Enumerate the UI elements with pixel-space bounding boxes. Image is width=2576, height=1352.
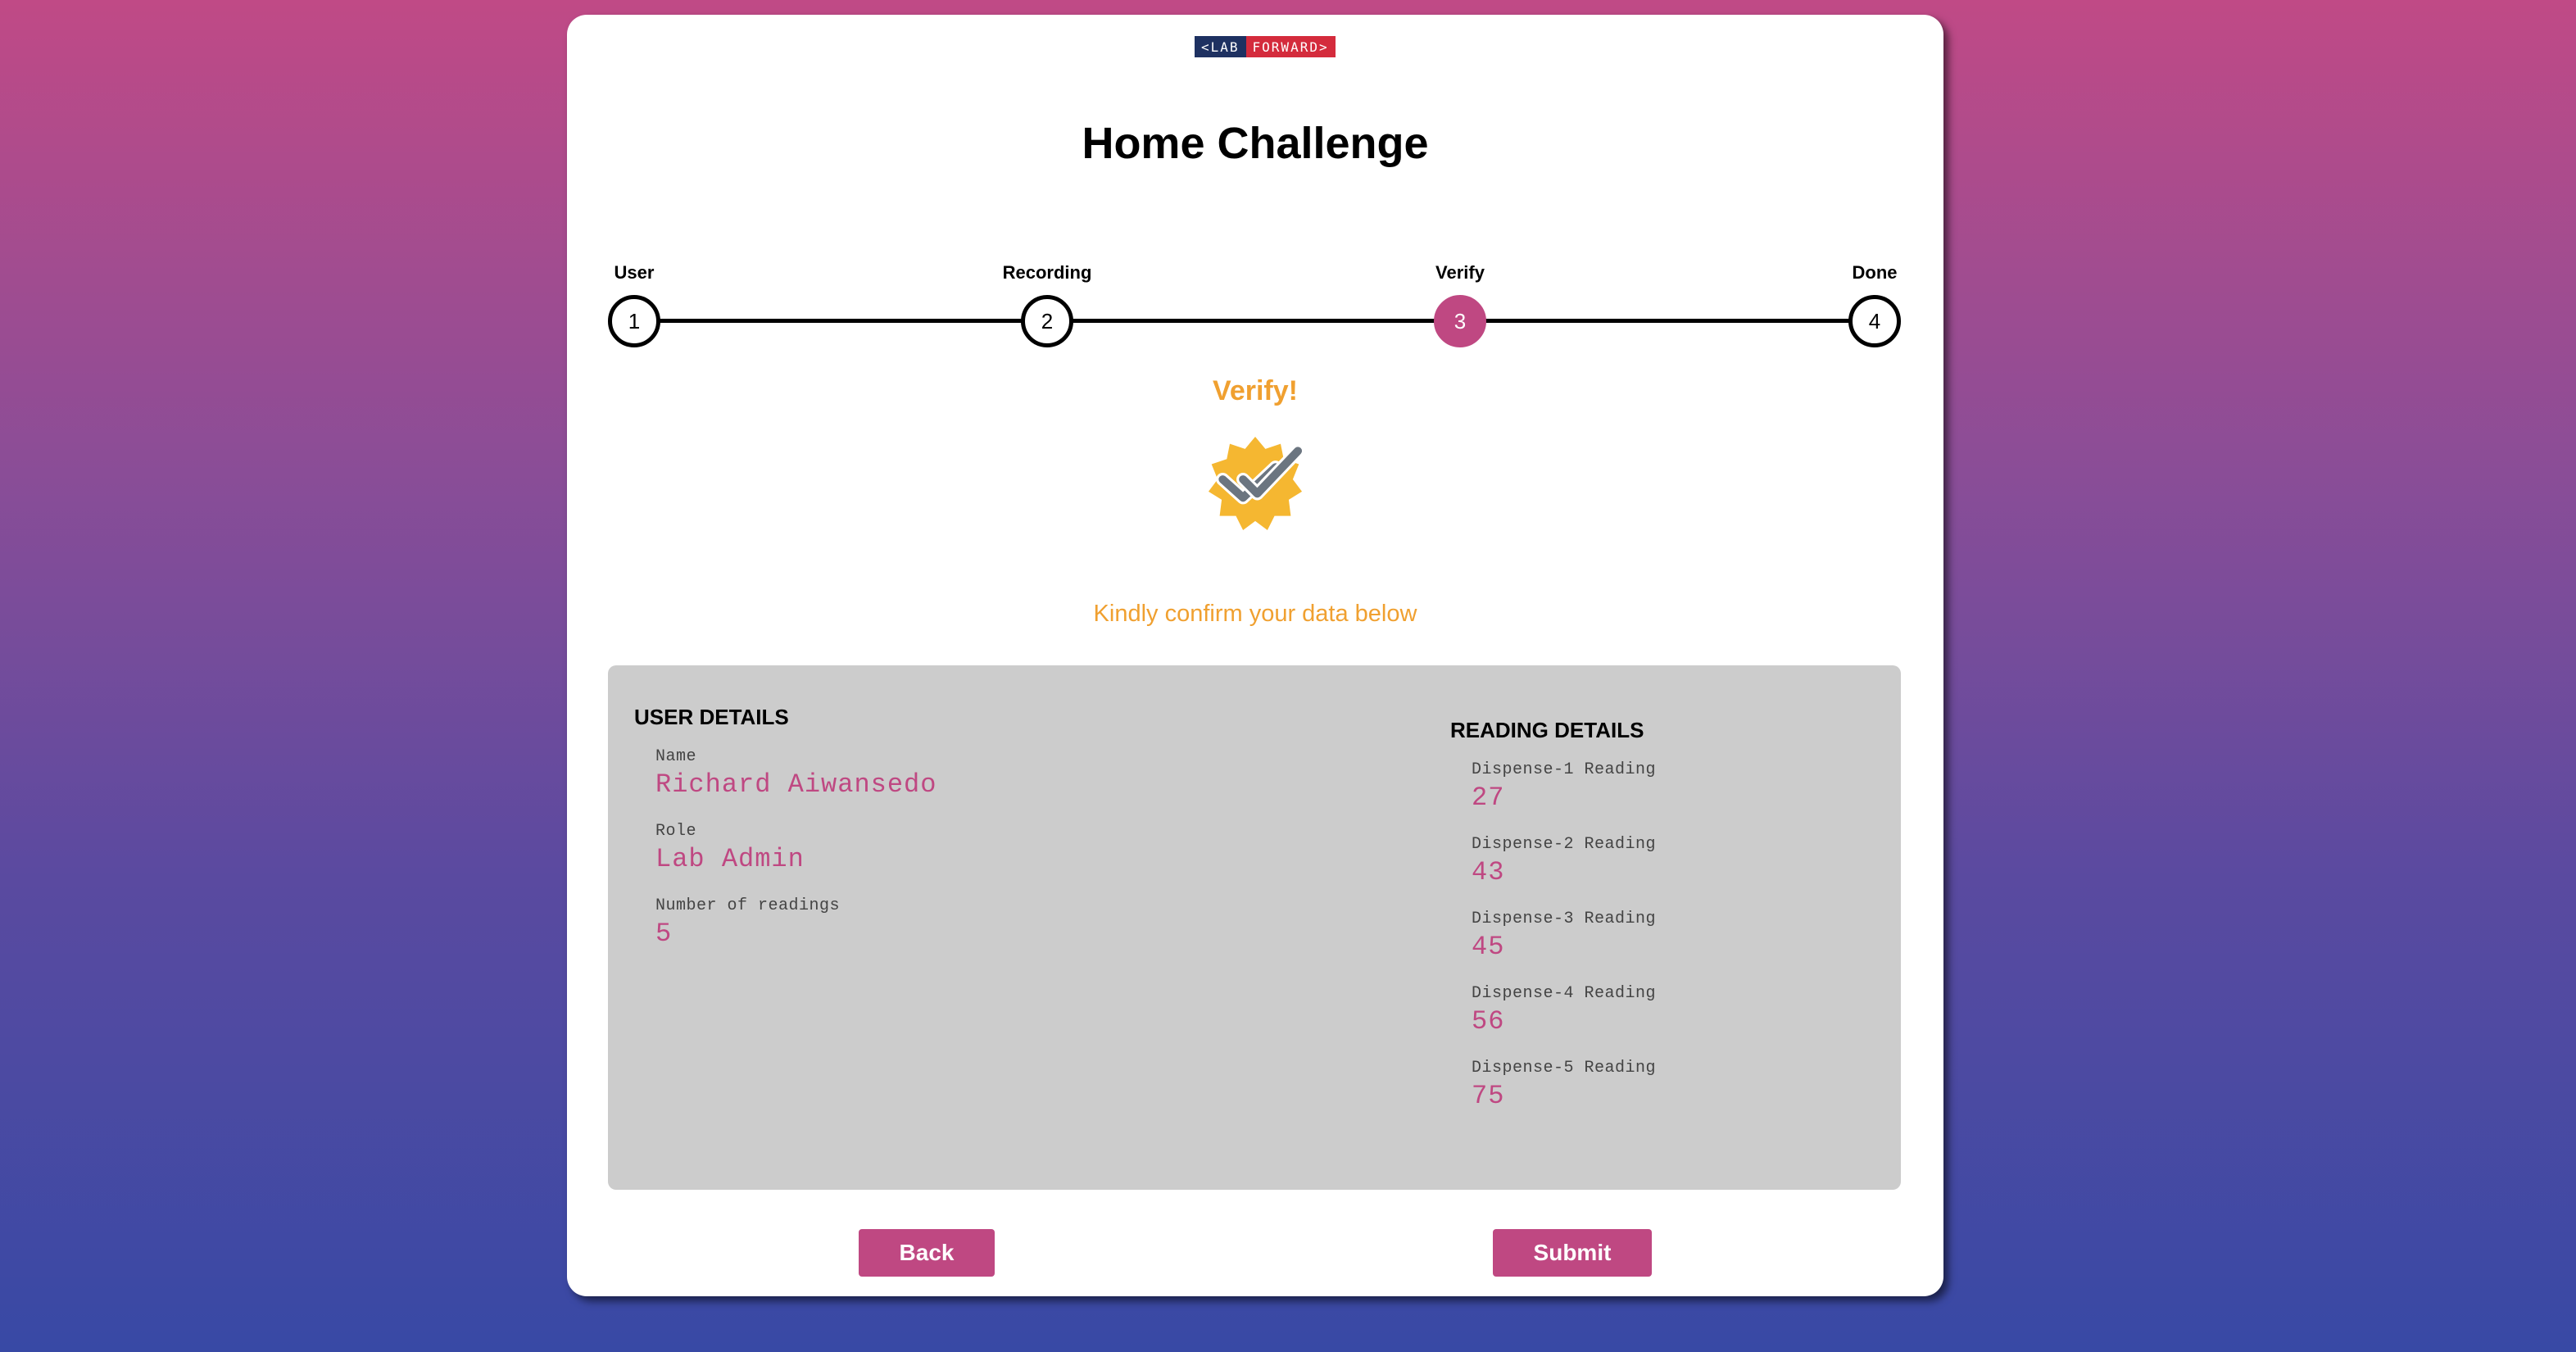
challenge-card: <LAB FORWARD> Home Challenge User 1 Reco…	[567, 15, 1943, 1296]
step-1-circle: 1	[608, 295, 660, 347]
reading-field-1: Dispense-1 Reading 27	[1472, 760, 1656, 813]
field-label: Role	[655, 822, 697, 841]
confirm-instruction: Kindly confirm your data below	[1093, 601, 1417, 627]
progress-stepper: User 1 Recording 2 Verify 3 Done 4	[608, 244, 1903, 351]
reading-details-title: READING DETAILS	[1450, 718, 1644, 742]
user-field-readings-count: Number of readings 5	[655, 896, 840, 949]
field-value: 5	[655, 919, 673, 949]
verified-badge-icon	[1208, 436, 1305, 531]
step-2-circle: 2	[1021, 295, 1073, 347]
verify-heading: Verify!	[1213, 375, 1298, 406]
logo-left-text: <LAB	[1195, 36, 1246, 57]
back-button[interactable]: Back	[859, 1229, 995, 1277]
lab-forward-logo: <LAB FORWARD>	[1195, 36, 1336, 57]
step-label-recording: Recording	[1002, 262, 1092, 283]
reading-field-5: Dispense-5 Reading 75	[1472, 1059, 1656, 1111]
step-3-circle: 3	[1434, 295, 1486, 347]
step-label-done: Done	[1852, 262, 1898, 283]
field-label: Name	[655, 747, 697, 766]
user-details-title: USER DETAILS	[634, 705, 789, 729]
field-label: Dispense-3 Reading	[1472, 910, 1657, 928]
field-value: 56	[1472, 1006, 1505, 1037]
step-label-verify: Verify	[1435, 262, 1485, 283]
stepper-line	[633, 319, 1878, 323]
user-field-name: Name Richard Aiwansedo	[655, 747, 937, 800]
details-panel: USER DETAILS Name Richard Aiwansedo Role…	[608, 665, 1901, 1190]
field-value: Richard Aiwansedo	[655, 769, 937, 800]
page-title: Home Challenge	[1082, 119, 1429, 168]
reading-field-2: Dispense-2 Reading 43	[1472, 835, 1656, 887]
field-label: Dispense-2 Reading	[1472, 835, 1657, 854]
field-label: Dispense-1 Reading	[1472, 760, 1657, 779]
field-label: Number of readings	[655, 896, 841, 915]
field-label: Dispense-5 Reading	[1472, 1059, 1657, 1078]
user-field-role: Role Lab Admin	[655, 822, 805, 874]
step-4-circle: 4	[1848, 295, 1901, 347]
field-value: 75	[1472, 1081, 1505, 1111]
step-label-user: User	[614, 262, 655, 283]
reading-field-3: Dispense-3 Reading 45	[1472, 910, 1656, 962]
field-value: 45	[1472, 932, 1505, 962]
field-value: 27	[1472, 783, 1505, 813]
field-value: Lab Admin	[655, 844, 805, 874]
field-label: Dispense-4 Reading	[1472, 984, 1657, 1003]
logo-right-text: FORWARD>	[1245, 36, 1336, 57]
submit-button[interactable]: Submit	[1493, 1229, 1652, 1277]
reading-field-4: Dispense-4 Reading 56	[1472, 984, 1656, 1037]
field-value: 43	[1472, 857, 1505, 887]
